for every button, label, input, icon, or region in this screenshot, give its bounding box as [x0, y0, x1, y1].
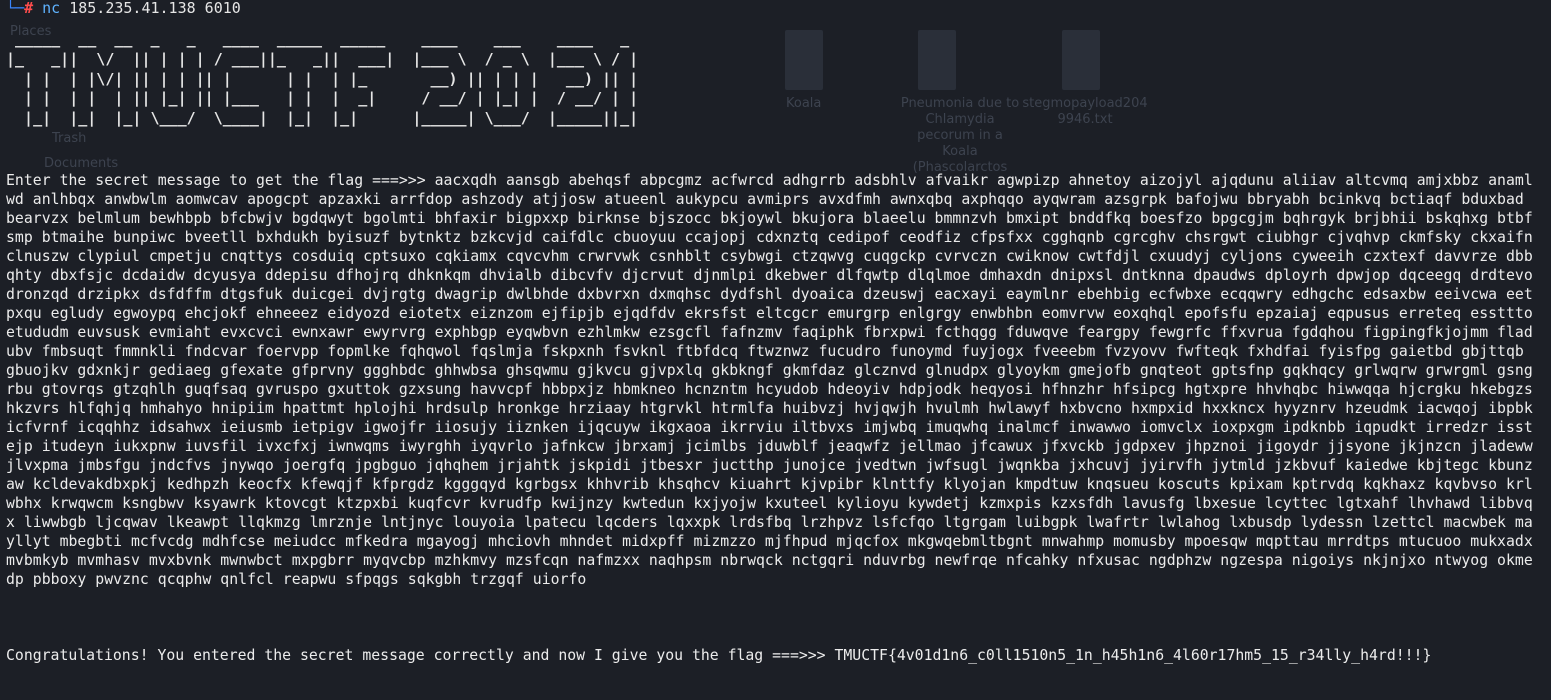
terminal-window[interactable]: └─# nc 185.235.41.138 6010 _____ __ __ _…	[0, 0, 1551, 700]
ascii-banner: _____ __ __ _ _ ____ _____ _____ ____ __…	[6, 30, 639, 128]
secret-message-output: Enter the secret message to get the flag…	[6, 172, 1542, 588]
command-args: 185.235.41.138 6010	[69, 0, 241, 17]
flag-output: Congratulations! You entered the secret …	[6, 647, 1432, 664]
root-prompt-symbol: #	[24, 0, 34, 17]
prompt-corner: └─	[6, 0, 25, 17]
terminal-prompt-line: └─# nc 185.235.41.138 6010	[6, 0, 241, 17]
command-name: nc	[42, 0, 61, 17]
